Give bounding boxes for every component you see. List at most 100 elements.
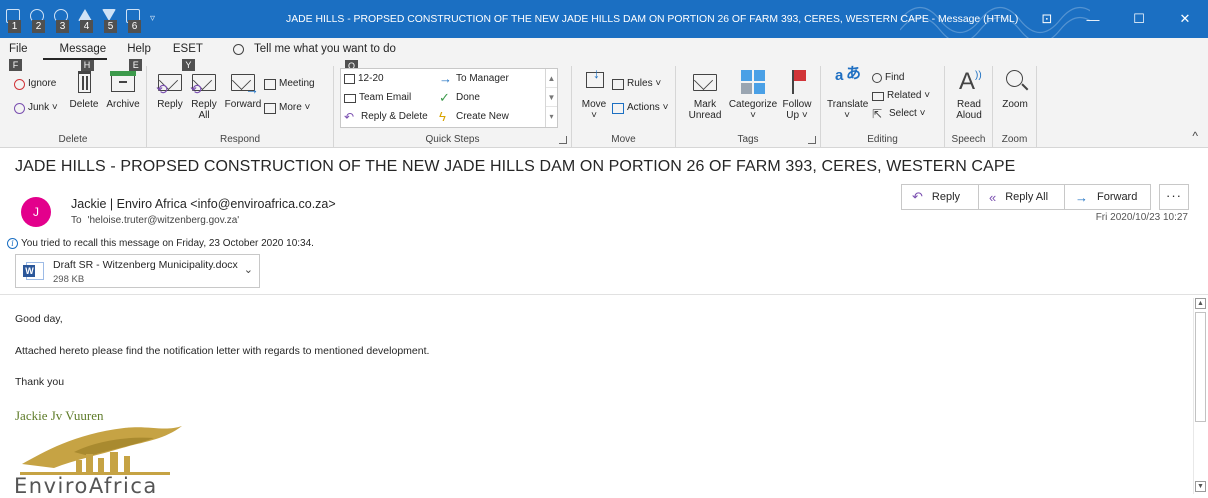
move-label: Move bbox=[581, 99, 607, 110]
move-button[interactable]: ↓ Move ˅ bbox=[576, 66, 612, 121]
expand-gallery-icon[interactable]: ▾ bbox=[546, 107, 557, 126]
tab-help[interactable]: Help E bbox=[114, 38, 159, 71]
logo-graphic bbox=[20, 426, 182, 475]
vertical-scrollbar[interactable]: ▲ ▼ bbox=[1193, 298, 1206, 494]
reply-button[interactable]: ⟲ Reply bbox=[154, 66, 186, 110]
attachment[interactable]: W Draft SR - Witzenberg Municipality.doc… bbox=[15, 254, 260, 288]
to-address[interactable]: 'heloise.truter@witzenberg.gov.za' bbox=[88, 215, 240, 226]
ribbon: File F Message H Help E ESET Y Tell me what … bbox=[0, 38, 1208, 148]
quick-step-to-manager[interactable]: → To Manager bbox=[439, 71, 509, 87]
quick-step-done[interactable]: ✓ Done bbox=[439, 90, 480, 106]
tags-launcher[interactable] bbox=[808, 136, 816, 144]
collapse-ribbon-button[interactable]: ^ bbox=[1192, 129, 1198, 143]
quick-step-reply-delete[interactable]: ↶ Reply & Delete bbox=[344, 109, 428, 125]
reply-all-button[interactable]: ⟲ Reply All bbox=[189, 66, 219, 121]
group-delete: Ignore Junk ˅ Delete Archive Delete bbox=[0, 66, 147, 148]
quick-steps-gallery: 12-20 → To Manager Team Email ✓ Done ↶ Repl… bbox=[340, 68, 558, 128]
more-actions-button[interactable]: ··· bbox=[1159, 184, 1189, 210]
related-button[interactable]: Related ˅ bbox=[872, 88, 930, 104]
save-icon[interactable]: 1 bbox=[2, 8, 24, 33]
scroll-down-icon[interactable]: ▼ bbox=[1195, 481, 1206, 492]
quick-steps-scroller[interactable]: ▲ ▼ ▾ bbox=[545, 69, 557, 127]
header-divider bbox=[0, 294, 1208, 295]
scroll-down-icon[interactable]: ▼ bbox=[546, 88, 557, 107]
quick-step-create-new[interactable]: ϟ Create New bbox=[439, 109, 509, 125]
forward-button[interactable]: → Forward bbox=[1064, 184, 1151, 210]
zoom-label: Zoom bbox=[1002, 99, 1028, 110]
read-aloud-label: Read bbox=[957, 99, 981, 110]
calendar-icon bbox=[264, 78, 276, 90]
tab-eset[interactable]: ESET Y bbox=[159, 38, 211, 71]
maximize-button[interactable]: ☐ bbox=[1116, 0, 1162, 38]
ignore-icon bbox=[14, 78, 25, 90]
zoom-icon bbox=[1001, 68, 1029, 96]
up-arrow-icon[interactable]: 4 bbox=[74, 8, 96, 33]
title-bar: 1 2 3 4 5 6 ▿ JADE HILLS - PROPSED CONST… bbox=[0, 0, 1208, 38]
tell-me-search[interactable]: Tell me what you want to do bbox=[233, 43, 396, 55]
customize-qat-button[interactable]: ▿ bbox=[150, 8, 164, 30]
group-speech: A)) Read Aloud Speech bbox=[945, 66, 993, 148]
scroll-thumb[interactable] bbox=[1195, 312, 1206, 422]
forward-icon: → bbox=[229, 68, 259, 96]
key-tip: 5 bbox=[104, 20, 117, 33]
quick-step-label: Team Email bbox=[359, 92, 412, 103]
categorize-caret: ˅ bbox=[750, 110, 756, 121]
categorize-button[interactable]: Categorize ˅ bbox=[725, 66, 781, 121]
undo-icon[interactable]: 2 bbox=[26, 8, 48, 33]
reply-all-button[interactable]: « Reply All bbox=[978, 184, 1065, 210]
follow-up-button[interactable]: Follow Up ˅ bbox=[780, 66, 814, 121]
quick-step-12-20[interactable]: 12-20 bbox=[344, 71, 384, 87]
tab-file[interactable]: File F bbox=[0, 38, 36, 71]
tab-label: Help bbox=[127, 43, 151, 55]
ignore-button[interactable]: Ignore bbox=[14, 76, 56, 92]
delete-button[interactable]: Delete bbox=[68, 66, 100, 110]
tab-message[interactable]: Message H bbox=[36, 38, 115, 71]
quick-access-toolbar: 1 2 3 4 5 6 ▿ bbox=[0, 0, 164, 38]
attachment-size: 298 KB bbox=[53, 274, 85, 285]
envelope-icon bbox=[344, 93, 356, 103]
meeting-button[interactable]: Meeting bbox=[264, 76, 315, 92]
chevron-down-icon[interactable]: ⌄ bbox=[244, 263, 253, 276]
cursor-icon: ⇱ bbox=[872, 107, 883, 121]
avatar[interactable]: J bbox=[21, 197, 51, 227]
find-button[interactable]: Find bbox=[872, 70, 904, 86]
translate-button[interactable]: aあ Translate ˅ bbox=[827, 65, 868, 121]
quick-steps-launcher[interactable] bbox=[559, 136, 567, 144]
meeting-label: Meeting bbox=[279, 78, 315, 89]
group-label: Quick Steps bbox=[425, 134, 480, 145]
forward-button[interactable]: → Forward bbox=[223, 66, 263, 110]
sender[interactable]: Jackie | Enviro Africa <info@enviroafric… bbox=[71, 197, 336, 211]
group-label: Speech bbox=[951, 134, 986, 145]
body-paragraph: Attached hereto please find the notifica… bbox=[15, 345, 430, 357]
read-aloud-button[interactable]: A)) Read Aloud bbox=[951, 66, 987, 122]
mark-unread-label-2: Unread bbox=[688, 110, 722, 121]
minimize-button[interactable]: — bbox=[1070, 0, 1116, 38]
print-icon[interactable]: 6 bbox=[122, 8, 144, 33]
close-button[interactable]: ✕ bbox=[1162, 0, 1208, 38]
tab-label: File bbox=[9, 43, 28, 55]
scroll-up-icon[interactable]: ▲ bbox=[1195, 298, 1206, 309]
more-respond-button[interactable]: More ˅ bbox=[264, 100, 310, 116]
tell-me-placeholder: Tell me what you want to do bbox=[254, 43, 396, 55]
select-button[interactable]: ⇱ Select ˅ bbox=[872, 106, 925, 122]
ribbon-display-options-button[interactable]: ⊡ bbox=[1024, 0, 1070, 38]
mark-unread-button[interactable]: Mark Unread bbox=[686, 66, 724, 121]
actions-button[interactable]: Actions ˅ bbox=[612, 100, 668, 116]
junk-button[interactable]: Junk ˅ bbox=[14, 100, 58, 116]
logo-text: EnviroAfrica bbox=[14, 474, 158, 498]
group-label: Tags bbox=[737, 134, 759, 145]
quick-step-team-email[interactable]: Team Email bbox=[344, 90, 411, 106]
zoom-button[interactable]: Zoom bbox=[998, 66, 1032, 110]
reply-label: Reply bbox=[931, 191, 961, 203]
reply-all-icon: ⟲ bbox=[190, 68, 218, 96]
down-arrow-icon[interactable]: 5 bbox=[98, 8, 120, 33]
reply-button[interactable]: ↶ Reply bbox=[901, 184, 979, 210]
scroll-up-icon[interactable]: ▲ bbox=[546, 69, 557, 88]
forward-icon: → bbox=[1075, 189, 1088, 205]
archive-button[interactable]: Archive bbox=[104, 66, 142, 110]
rules-button[interactable]: Rules ˅ bbox=[612, 76, 661, 92]
redo-icon[interactable]: 3 bbox=[50, 8, 72, 33]
categorize-label: Categorize bbox=[728, 99, 778, 110]
related-label: Related ˅ bbox=[887, 90, 931, 101]
translate-icon: aあ bbox=[835, 65, 862, 84]
